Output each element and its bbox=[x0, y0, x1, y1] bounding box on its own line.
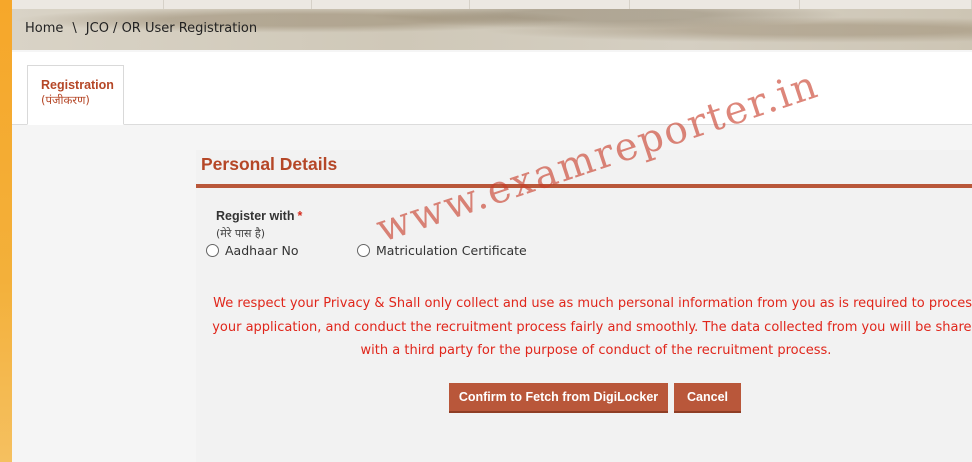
top-menu-segment bbox=[800, 0, 972, 9]
privacy-notice: We respect your Privacy & Shall only col… bbox=[212, 296, 972, 358]
confirm-fetch-digilocker-button[interactable]: Confirm to Fetch from DigiLocker bbox=[449, 383, 668, 413]
breadcrumb: Home \ JCO / OR User Registration bbox=[25, 21, 257, 36]
register-with-label: Register with * bbox=[216, 209, 302, 223]
register-with-hindi-label: (मेरे पास है) bbox=[216, 227, 266, 240]
tab-registration[interactable]: Registration (पंजीकरण) bbox=[27, 65, 124, 125]
tab-registration-label: Registration bbox=[41, 78, 114, 92]
tab-registration-hindi-label: (पंजीकरण) bbox=[41, 93, 90, 107]
top-menu-segment bbox=[312, 0, 470, 9]
breadcrumb-current: JCO / OR User Registration bbox=[85, 21, 258, 36]
section-title: Personal Details bbox=[201, 154, 338, 174]
radio-option-matriculation[interactable]: Matriculation Certificate bbox=[357, 243, 527, 258]
top-menu-segment bbox=[12, 0, 164, 9]
top-menu-segment bbox=[470, 0, 630, 9]
radio-button-aadhaar[interactable] bbox=[206, 244, 219, 257]
top-menu-bar bbox=[12, 0, 972, 9]
radio-button-matriculation[interactable] bbox=[357, 244, 370, 257]
left-accent-stripe bbox=[0, 0, 12, 462]
breadcrumb-separator: \ bbox=[72, 21, 77, 36]
breadcrumb-home-link[interactable]: Home bbox=[25, 21, 63, 36]
radio-label-aadhaar: Aadhaar No bbox=[225, 243, 299, 258]
tab-strip: Registration (पंजीकरण) bbox=[12, 52, 972, 125]
personal-details-panel: Personal Details Register with * (मेरे पा… bbox=[196, 150, 972, 462]
top-menu-segment bbox=[630, 0, 800, 9]
register-with-text: Register with bbox=[216, 209, 295, 223]
top-menu-segment bbox=[164, 0, 312, 9]
required-asterisk: * bbox=[297, 209, 303, 223]
section-divider bbox=[196, 184, 972, 188]
cancel-button[interactable]: Cancel bbox=[674, 383, 741, 413]
radio-option-aadhaar[interactable]: Aadhaar No bbox=[206, 243, 299, 258]
radio-label-matriculation: Matriculation Certificate bbox=[376, 243, 527, 258]
header-banner: Home \ JCO / OR User Registration bbox=[12, 0, 972, 50]
